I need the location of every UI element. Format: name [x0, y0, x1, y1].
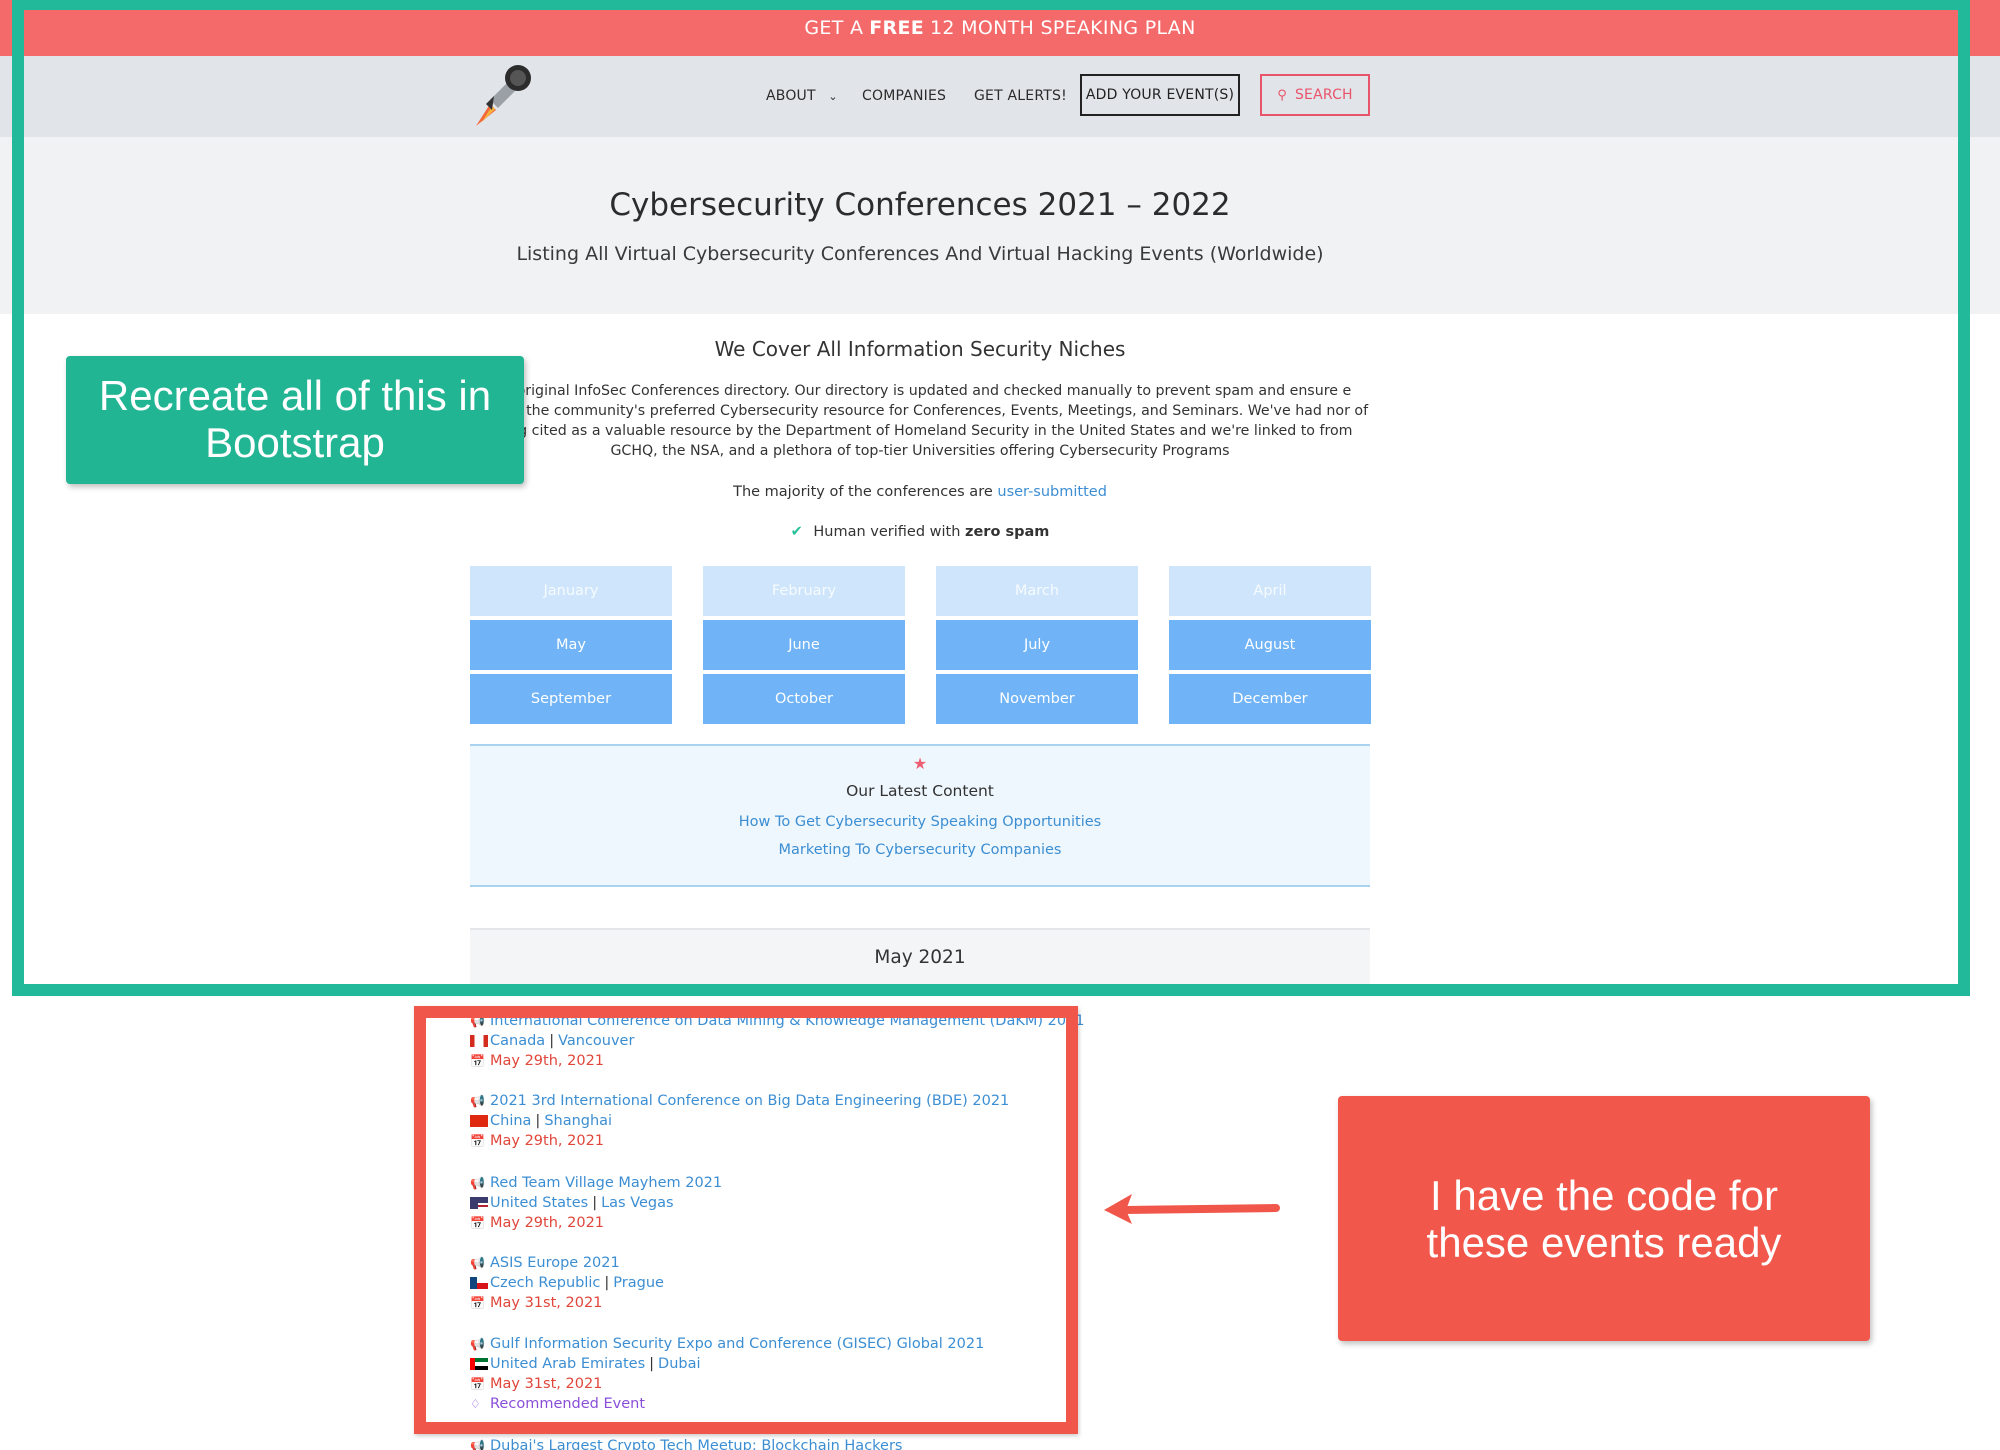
nav-companies[interactable]: COMPANIES [862, 88, 946, 104]
event-city[interactable]: Las Vegas [601, 1193, 674, 1213]
latest-content-box: ★ Our Latest Content How To Get Cybersec… [470, 744, 1370, 887]
event-item: 📢 Dubai's Largest Crypto Tech Meetup: Blo… [470, 1436, 1090, 1450]
recommended-badge: Recommended Event [490, 1396, 646, 1412]
latest-link-marketing[interactable]: Marketing To Cybersecurity Companies [470, 842, 1370, 858]
verified-line: ✔ Human verified with zero spam [0, 524, 1840, 540]
month-button-november[interactable]: November [936, 674, 1138, 724]
navbar: ABOUT ⌄ COMPANIES GET ALERTS! ADD YOUR E… [0, 56, 2000, 137]
calendar-icon: 📅 [470, 1134, 485, 1148]
red-annotation: I have the code for these events ready [1338, 1096, 1870, 1341]
event-item: 📢 ASIS Europe 2021 Czech Republic | Prague … [470, 1253, 664, 1311]
uae-flag-icon [470, 1358, 488, 1370]
flame-icon: ★ [912, 754, 928, 773]
chevron-down-icon: ⌄ [828, 90, 838, 103]
event-date: May 29th, 2021 [490, 1215, 605, 1231]
promo-suffix: 12 MONTH SPEAKING PLAN [930, 17, 1196, 39]
event-date: May 29th, 2021 [490, 1133, 605, 1149]
canada-flag-icon [470, 1035, 488, 1047]
green-annotation: Recreate all of this in Bootstrap [66, 356, 524, 484]
user-submitted-link[interactable]: user-submitted [997, 484, 1107, 500]
hero-section: Cybersecurity Conferences 2021 – 2022 Li… [0, 137, 2000, 314]
calendar-icon: 📅 [470, 1296, 485, 1310]
event-country[interactable]: United Arab Emirates [490, 1354, 645, 1374]
event-name[interactable]: 2021 3rd International Conference on Big… [490, 1091, 1009, 1111]
month-header: May 2021 [470, 928, 1370, 984]
month-button-april[interactable]: April [1169, 566, 1371, 616]
usa-flag-icon [470, 1197, 488, 1209]
megaphone-icon: 📢 [470, 1256, 485, 1270]
megaphone-icon: 📢 [470, 1337, 485, 1351]
event-city[interactable]: Vancouver [558, 1031, 634, 1051]
page-subtitle: Listing All Virtual Cybersecurity Confer… [516, 243, 1324, 265]
month-button-may[interactable]: May [470, 620, 672, 670]
latest-link-speaking[interactable]: How To Get Cybersecurity Speaking Opport… [470, 814, 1370, 830]
month-button-august[interactable]: August [1169, 620, 1371, 670]
month-button-september[interactable]: September [470, 674, 672, 724]
diamond-icon: ♢ [470, 1397, 481, 1411]
promo-prefix: GET A [804, 17, 864, 39]
czech-flag-icon [470, 1277, 488, 1289]
verified-text: Human verified with [813, 524, 961, 540]
event-item: 📢 Red Team Village Mayhem 2021 United Sta… [470, 1173, 723, 1231]
search-icon: ⚲ [1277, 87, 1287, 103]
search-button[interactable]: ⚲ SEARCH [1260, 74, 1370, 116]
majority-line: The majority of the conferences are user… [0, 484, 1840, 500]
promo-free: FREE [869, 17, 925, 39]
promo-banner[interactable]: GET A FREE 12 MONTH SPEAKING PLAN [0, 0, 2000, 56]
china-flag-icon [470, 1115, 488, 1127]
page-title: Cybersecurity Conferences 2021 – 2022 [609, 187, 1231, 223]
month-button-december[interactable]: December [1169, 674, 1371, 724]
month-button-february[interactable]: February [703, 566, 905, 616]
majority-text: The majority of the conferences are [733, 484, 993, 500]
red-annotation-text: I have the code for these events ready [1426, 1171, 1782, 1266]
calendar-icon: 📅 [470, 1054, 485, 1068]
zero-spam-text: zero spam [965, 524, 1050, 540]
event-name[interactable]: ASIS Europe 2021 [490, 1253, 620, 1273]
event-date: May 29th, 2021 [490, 1053, 605, 1069]
event-city[interactable]: Dubai [658, 1354, 700, 1374]
event-country[interactable]: Canada [490, 1031, 545, 1051]
month-button-october[interactable]: October [703, 674, 905, 724]
event-name[interactable]: International Conference on Data Mining … [490, 1011, 1085, 1031]
nav-about-label: ABOUT [766, 88, 816, 104]
event-city[interactable]: Prague [613, 1273, 664, 1293]
arrow-left-icon [1104, 1194, 1280, 1224]
calendar-icon: 📅 [470, 1377, 485, 1391]
event-country[interactable]: United States [490, 1193, 588, 1213]
event-item: 📢 International Conference on Data Mining… [470, 1011, 1085, 1069]
megaphone-icon: 📢 [470, 1014, 485, 1028]
month-button-march[interactable]: March [936, 566, 1138, 616]
calendar-icon: 📅 [470, 1216, 485, 1230]
nav-get-alerts[interactable]: GET ALERTS! [974, 88, 1067, 104]
event-name[interactable]: Dubai's Largest Crypto Tech Meetup: Bloc… [490, 1436, 903, 1450]
month-grid: January February March April May June July Augu… [470, 566, 1371, 724]
event-country[interactable]: China [490, 1111, 531, 1131]
megaphone-icon: 📢 [470, 1094, 485, 1108]
intro-paragraph: the original InfoSec Conferences directo… [471, 383, 1369, 459]
search-label: SEARCH [1294, 87, 1353, 103]
megaphone-icon: 📢 [470, 1176, 485, 1190]
rocket-microphone-logo[interactable] [468, 60, 538, 130]
event-date: May 31st, 2021 [490, 1295, 603, 1311]
event-country[interactable]: Czech Republic [490, 1273, 600, 1293]
month-button-june[interactable]: June [703, 620, 905, 670]
event-city[interactable]: Shanghai [544, 1111, 612, 1131]
event-item: 📢 Gulf Information Security Expo and Conf… [470, 1334, 985, 1412]
month-button-july[interactable]: July [936, 620, 1138, 670]
event-item: 📢 2021 3rd International Conference on Bi… [470, 1091, 1010, 1149]
add-event-button[interactable]: ADD YOUR EVENT(S) [1080, 74, 1240, 116]
nav-about[interactable]: ABOUT ⌄ [766, 88, 838, 104]
event-name[interactable]: Red Team Village Mayhem 2021 [490, 1173, 722, 1193]
latest-content-title: Our Latest Content [846, 782, 994, 800]
check-icon: ✔ [790, 524, 803, 540]
megaphone-icon: 📢 [470, 1439, 485, 1450]
month-button-january[interactable]: January [470, 566, 672, 616]
event-name[interactable]: Gulf Information Security Expo and Confe… [490, 1334, 984, 1354]
event-date: May 31st, 2021 [490, 1376, 603, 1392]
